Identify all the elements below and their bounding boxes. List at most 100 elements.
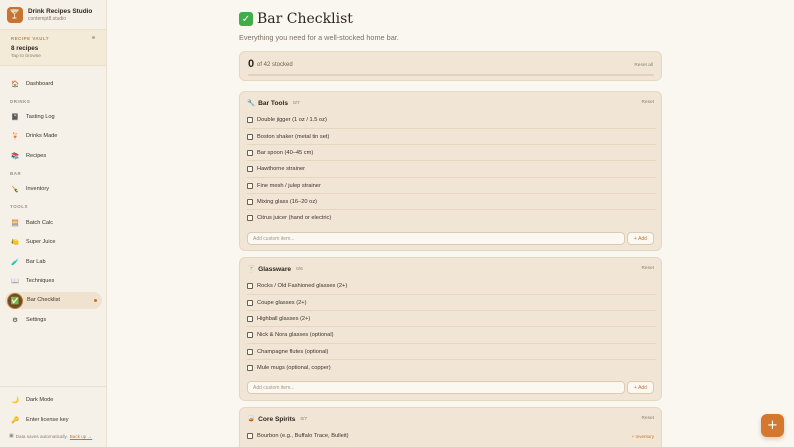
section-reset-button[interactable]: Reset: [641, 416, 654, 421]
checklist-item[interactable]: Champagne flutes (optional): [247, 343, 656, 359]
section-glassware: 🍸 Glassware 0/6 Reset Rocks / Old Fashio…: [239, 257, 662, 401]
section-count: 0/7: [300, 416, 308, 422]
checklist-item[interactable]: Double jigger (1 oz / 1.5 oz): [247, 112, 656, 128]
checklist-item[interactable]: Mixing glass (16–20 oz): [247, 193, 656, 209]
open-book-icon: 📖: [10, 277, 20, 285]
section-header: 🍸 Glassware 0/6: [247, 265, 303, 273]
checkbox[interactable]: [247, 433, 253, 439]
section-bar-tools: 🔧 Bar Tools 0/7 Reset Double jigger (1 o…: [239, 91, 662, 251]
backup-link[interactable]: Back up →: [70, 434, 92, 439]
checklist-item[interactable]: Mule mugs (optional, copper): [247, 359, 656, 375]
brand[interactable]: 🍸 Drink Recipes Studio contempt8.studio: [7, 7, 92, 23]
nav-item-inventory[interactable]: 🍾 Inventory: [10, 183, 49, 195]
vault-count: 8 recipes: [11, 45, 39, 52]
checkbox[interactable]: [247, 364, 253, 371]
item-label: Bourbon (e.g., Buffalo Trace, Bulleit): [257, 433, 349, 439]
custom-item-input[interactable]: Add custom item...: [247, 381, 625, 394]
page-subtitle: Everything you need for a well-stocked h…: [239, 33, 399, 42]
section-reset-button[interactable]: Reset: [641, 100, 654, 105]
nav-item-drinks-made[interactable]: 🍹 Drinks Made: [10, 130, 57, 142]
vault-status-dot: [92, 36, 95, 39]
checklist-item[interactable]: Coupe glasses (2+): [247, 294, 656, 310]
tropical-drink-icon: 🍹: [10, 132, 20, 140]
item-label: Champagne flutes (optional): [257, 348, 329, 355]
checkbox[interactable]: [247, 165, 253, 172]
section-title: Bar Tools: [258, 99, 289, 107]
item-label: Mule mugs (optional, copper): [257, 364, 331, 371]
nav-item-dashboard[interactable]: 🏠 Dashboard: [10, 78, 53, 90]
checkbox[interactable]: [247, 315, 253, 322]
checklist-item[interactable]: Hawthorne strainer: [247, 160, 656, 176]
test-tube-icon: 🧪: [10, 258, 20, 266]
nav-item-recipes[interactable]: 📚 Recipes: [10, 150, 46, 162]
nav-item-techniques[interactable]: 📖 Techniques: [10, 275, 54, 287]
item-label: Rocks / Old Fashioned glasses (2+): [257, 283, 348, 289]
item-label: Boston shaker (metal tin set): [257, 133, 330, 140]
recipe-vault-card[interactable]: RECIPE VAULT 8 recipes Tap to browse: [0, 29, 106, 66]
nav-label: Super Juice: [26, 239, 56, 245]
nav-item-tasting-log[interactable]: 📓 Tasting Log: [10, 111, 55, 123]
checkbox[interactable]: [247, 283, 253, 289]
section-reset-button[interactable]: Reset: [641, 266, 654, 271]
checklist-item[interactable]: Highball glasses (2+): [247, 310, 656, 326]
page-title: ✓ Bar Checklist: [239, 11, 353, 27]
checkbox[interactable]: [247, 348, 253, 355]
add-floating-button[interactable]: +: [761, 414, 784, 437]
nav-label: Tasting Log: [26, 114, 55, 120]
sidebar: 🍸 Drink Recipes Studio contempt8.studio …: [0, 0, 107, 447]
add-item-button[interactable]: + Add: [627, 232, 654, 245]
section-count: 0/6: [296, 266, 303, 272]
checkbox[interactable]: [247, 299, 253, 306]
checkbox[interactable]: [247, 198, 253, 205]
checklist-item[interactable]: Rocks / Old Fashioned glasses (2+): [247, 278, 656, 294]
add-to-inventory-link[interactable]: + Inventory: [632, 434, 654, 439]
add-item-button[interactable]: + Add: [627, 381, 654, 394]
lemon-icon: 🍋: [10, 238, 20, 246]
key-icon: 🔑: [10, 416, 20, 424]
wrench-icon: 🔧: [247, 99, 256, 107]
item-label: Hawthorne strainer: [257, 165, 306, 172]
section-count: 0/7: [293, 100, 300, 106]
item-label: Double jigger (1 oz / 1.5 oz): [257, 117, 327, 123]
reset-all-button[interactable]: Reset all: [634, 63, 653, 68]
checkbox[interactable]: [247, 331, 253, 338]
nav-section-drinks: DRINKS: [10, 99, 31, 104]
checklist-item[interactable]: Bourbon (e.g., Buffalo Trace, Bulleit) +…: [247, 428, 656, 444]
stocked-count: 0: [248, 58, 255, 70]
checkbox[interactable]: [247, 214, 253, 221]
cocktail-glass-icon: 🍸: [247, 265, 256, 273]
nav-item-bar-checklist[interactable]: Bar Checklist: [27, 294, 60, 306]
checklist-item[interactable]: Nick & Nora glasses (optional): [247, 326, 656, 342]
nav-label: Enter license key: [26, 417, 69, 423]
checkbox[interactable]: [247, 117, 253, 123]
checklist-item[interactable]: Citrus juicer (hand or electric): [247, 209, 656, 225]
nav-label: Techniques: [26, 278, 55, 284]
checkbox[interactable]: [247, 182, 253, 189]
page-title-text: Bar Checklist: [257, 11, 353, 27]
notebook-icon: 📓: [10, 113, 20, 121]
sidebar-divider: [0, 386, 106, 387]
checkbox[interactable]: [247, 133, 253, 140]
nav-label: Settings: [26, 317, 47, 323]
section-header: 🥃 Core Spirits 0/7: [247, 415, 307, 423]
item-label: Citrus juicer (hand or electric): [257, 214, 332, 221]
item-label: Highball glasses (2+): [257, 315, 311, 322]
nav-item-bar-lab[interactable]: 🧪 Bar Lab: [10, 256, 46, 268]
section-header: 🔧 Bar Tools 0/7: [247, 99, 300, 107]
checklist-item[interactable]: Bar spoon (40–45 cm): [247, 144, 656, 160]
dark-mode-toggle[interactable]: 🌙 Dark Mode: [10, 394, 53, 406]
license-key-button[interactable]: 🔑 Enter license key: [10, 414, 69, 426]
moon-icon: 🌙: [10, 396, 20, 404]
house-icon: 🏠: [10, 80, 20, 88]
nav-item-super-juice[interactable]: 🍋 Super Juice: [10, 236, 56, 248]
custom-item-input[interactable]: Add custom item...: [247, 232, 625, 245]
checklist-item[interactable]: Fine mesh / julep strainer: [247, 177, 656, 193]
checklist-item[interactable]: Boston shaker (metal tin set): [247, 128, 656, 144]
item-label: Nick & Nora glasses (optional): [257, 331, 334, 338]
nav-item-settings[interactable]: ⚙ Settings: [10, 314, 46, 326]
save-disk-icon: ▣: [9, 433, 14, 439]
vault-label: RECIPE VAULT: [11, 36, 50, 41]
checkbox[interactable]: [247, 149, 253, 156]
nav-item-batch-calc[interactable]: 🧮 Batch Calc: [10, 217, 53, 229]
autosave-text: Data saves automatically.: [15, 433, 68, 439]
